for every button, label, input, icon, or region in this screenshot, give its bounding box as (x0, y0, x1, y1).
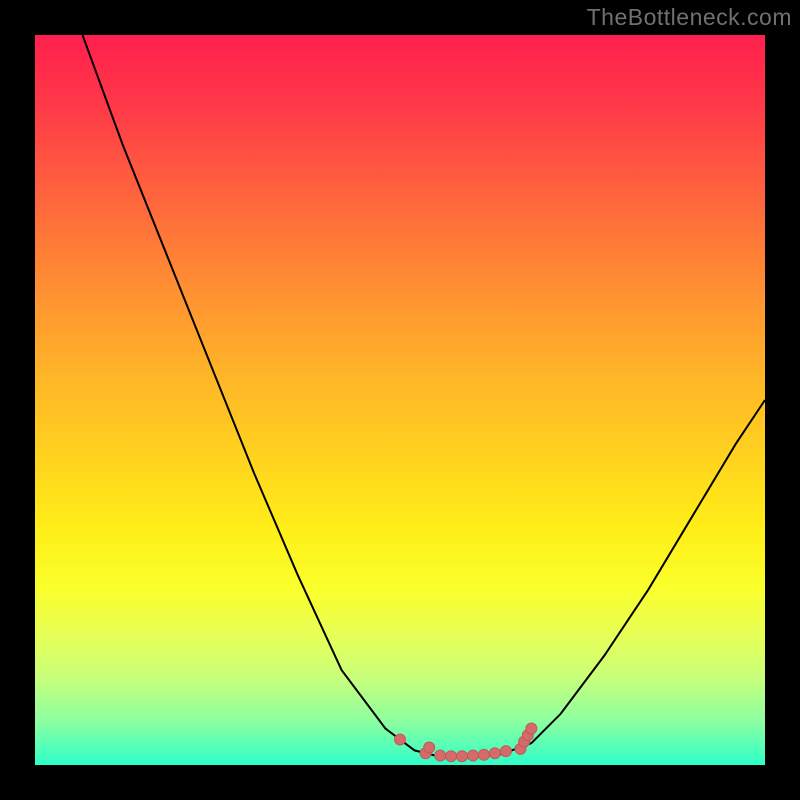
data-marker (526, 723, 537, 734)
chart-svg (35, 35, 765, 765)
data-marker (489, 748, 500, 759)
plot-area (35, 35, 765, 765)
data-marker (457, 751, 468, 762)
data-marker (395, 734, 406, 745)
data-marker (424, 742, 435, 753)
data-marker (500, 746, 511, 757)
data-marker (446, 751, 457, 762)
data-marker (478, 749, 489, 760)
data-markers (395, 723, 537, 762)
data-marker (468, 750, 479, 761)
bottleneck-curve (83, 35, 766, 758)
data-marker (435, 750, 446, 761)
chart-frame: TheBottleneck.com (0, 0, 800, 800)
watermark-text: TheBottleneck.com (587, 4, 792, 31)
